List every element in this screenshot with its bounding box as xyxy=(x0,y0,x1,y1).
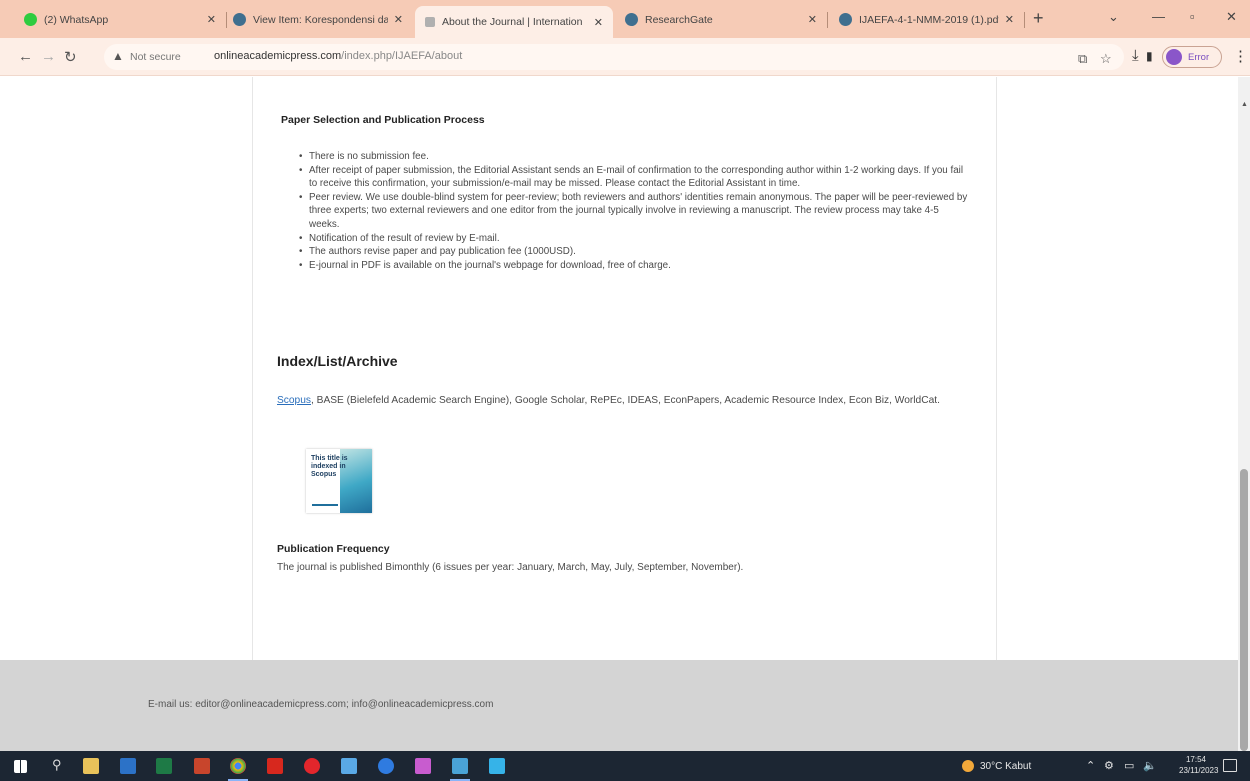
badge-text: This title is indexed in Scopus xyxy=(311,455,348,478)
globe-icon xyxy=(233,13,246,26)
security-label: Not secure xyxy=(130,51,181,63)
scopus-link[interactable]: Scopus xyxy=(277,395,311,406)
publication-frequency-title: Publication Frequency xyxy=(277,543,390,555)
column-divider xyxy=(996,77,997,660)
list-item: Notification of the result of review by … xyxy=(299,232,971,246)
monitor-icon[interactable]: ▭ xyxy=(1124,759,1134,772)
minimize-icon[interactable]: — xyxy=(1152,9,1165,24)
scopus-badge-image[interactable]: This title is indexed in Scopus xyxy=(306,449,372,513)
scroll-thumb[interactable] xyxy=(1240,469,1248,751)
app-icon[interactable] xyxy=(450,758,470,781)
tab-label: ResearchGate xyxy=(645,13,713,26)
globe-icon xyxy=(839,13,852,26)
page-footer: E-mail us: editor@onlineacademicpress.co… xyxy=(0,660,1238,751)
url-path: /index.php/IJAEFA/about xyxy=(341,50,463,62)
profile-button[interactable]: Error xyxy=(1162,46,1222,68)
start-icon[interactable] xyxy=(14,760,27,773)
tab-label: View Item: Korespondensi dan xyxy=(253,13,388,26)
warning-icon[interactable]: ▲ xyxy=(112,49,124,63)
weather-text: 30°C Kabut xyxy=(980,760,1032,772)
window-close-icon[interactable]: ✕ xyxy=(1226,9,1237,25)
badge-underline xyxy=(312,504,338,506)
browser-toolbar: ← → ↻ ▲ Not secure onlineacademicpress.c… xyxy=(0,38,1250,76)
weather-widget[interactable]: 30°C Kabut xyxy=(962,760,1031,772)
tab-whatsapp[interactable]: (2) WhatsApp ✕ xyxy=(14,6,226,33)
footer-email: E-mail us: editor@onlineacademicpress.co… xyxy=(148,699,494,710)
close-icon[interactable]: ✕ xyxy=(394,13,403,26)
app-icon[interactable] xyxy=(415,758,431,774)
page-scrollbar[interactable]: ▲ xyxy=(1238,77,1250,751)
publication-frequency-text: The journal is published Bimonthly (6 is… xyxy=(277,562,744,573)
tab-about-journal[interactable]: About the Journal | Internation ✕ xyxy=(415,6,613,38)
notification-icon[interactable] xyxy=(1223,759,1237,772)
download-icon[interactable]: ⤓ xyxy=(1132,47,1139,64)
profile-label: Error xyxy=(1188,51,1210,63)
app-icon[interactable] xyxy=(489,758,505,774)
browser-tab-strip: (2) WhatsApp ✕ View Item: Korespondensi … xyxy=(0,0,1250,38)
address-bar[interactable]: ▲ Not secure onlineacademicpress.com/ind… xyxy=(104,44,1124,70)
column-divider xyxy=(252,77,253,660)
search-icon[interactable]: ⚲ xyxy=(52,757,62,773)
forward-icon[interactable]: → xyxy=(41,48,56,65)
acrobat-icon[interactable] xyxy=(267,758,283,774)
close-icon[interactable]: ✕ xyxy=(594,16,603,29)
install-app-icon[interactable]: ⧉ xyxy=(1078,51,1087,67)
url-text[interactable]: onlineacademicpress.com/index.php/IJAEFA… xyxy=(214,50,462,62)
list-item: The authors revise paper and pay publica… xyxy=(299,245,971,259)
tab-search-chevron-icon[interactable]: ⌄ xyxy=(1108,9,1119,25)
index-paragraph: Scopus, BASE (Bielefeld Academic Search … xyxy=(277,391,977,410)
close-icon[interactable]: ✕ xyxy=(1005,13,1014,26)
tab-separator xyxy=(1024,12,1025,28)
list-item: Peer review. We use double-blind system … xyxy=(299,191,971,232)
url-host: onlineacademicpress.com xyxy=(214,50,342,62)
reload-icon[interactable]: ↻ xyxy=(64,48,77,66)
globe-icon xyxy=(625,13,638,26)
opera-icon[interactable] xyxy=(304,758,320,774)
process-list: There is no submission fee. After receip… xyxy=(299,150,971,272)
powerpoint-icon[interactable] xyxy=(194,758,210,774)
file-explorer-icon[interactable] xyxy=(83,758,99,774)
index-list-text: , BASE (Bielefeld Academic Search Engine… xyxy=(310,395,940,406)
network-icon[interactable]: ⚙ xyxy=(1104,759,1114,772)
tab-label: About the Journal | Internation xyxy=(442,16,583,28)
section-title: Paper Selection and Publication Process xyxy=(281,114,485,126)
tab-pdf[interactable]: IJAEFA-4-1-NMM-2019 (1).pdf ✕ xyxy=(829,6,1024,33)
tab-label: IJAEFA-4-1-NMM-2019 (1).pdf xyxy=(859,13,999,26)
whatsapp-icon xyxy=(24,13,37,26)
page-icon xyxy=(425,17,435,27)
tab-label: (2) WhatsApp xyxy=(44,13,109,26)
list-item: After receipt of paper submission, the E… xyxy=(299,164,971,191)
system-clock[interactable]: 17:54 23/11/2023 xyxy=(1179,754,1219,776)
clock-date: 23/11/2023 xyxy=(1179,766,1219,775)
windows-taskbar: ⚲ 30°C Kabut ⌃ ⚙ ▭ 🔈 17:54 23/11/2023 xyxy=(0,751,1250,781)
tray-chevron-icon[interactable]: ⌃ xyxy=(1086,759,1095,772)
list-item: There is no submission fee. xyxy=(299,150,971,164)
scroll-up-icon[interactable]: ▲ xyxy=(1241,101,1248,108)
new-tab-icon[interactable]: + xyxy=(1033,8,1044,29)
maximize-icon[interactable]: ▫ xyxy=(1190,9,1195,24)
weather-icon xyxy=(962,760,974,772)
bookmark-star-icon[interactable]: ☆ xyxy=(1100,51,1112,67)
clock-time: 17:54 xyxy=(1185,755,1207,764)
word-icon[interactable] xyxy=(120,758,136,774)
list-item: E-journal in PDF is available on the jou… xyxy=(299,259,971,273)
back-icon[interactable]: ← xyxy=(18,48,33,65)
tab-researchgate[interactable]: ResearchGate ✕ xyxy=(615,6,827,33)
chrome-icon[interactable] xyxy=(228,758,248,781)
side-panel-icon[interactable]: ▮ xyxy=(1146,49,1153,63)
excel-icon[interactable] xyxy=(156,758,172,774)
close-icon[interactable]: ✕ xyxy=(207,13,216,26)
menu-kebab-icon[interactable]: ⋮ xyxy=(1233,47,1248,65)
volume-icon[interactable]: 🔈 xyxy=(1143,759,1157,772)
app-icon[interactable] xyxy=(341,758,357,774)
avatar xyxy=(1166,49,1182,65)
edge-icon[interactable] xyxy=(378,758,394,774)
web-page: Paper Selection and Publication Process … xyxy=(0,77,1238,751)
tab-separator xyxy=(827,12,828,28)
tab-view-item[interactable]: View Item: Korespondensi dan ✕ xyxy=(223,6,413,33)
close-icon[interactable]: ✕ xyxy=(808,13,817,26)
index-heading: Index/List/Archive xyxy=(277,353,398,369)
